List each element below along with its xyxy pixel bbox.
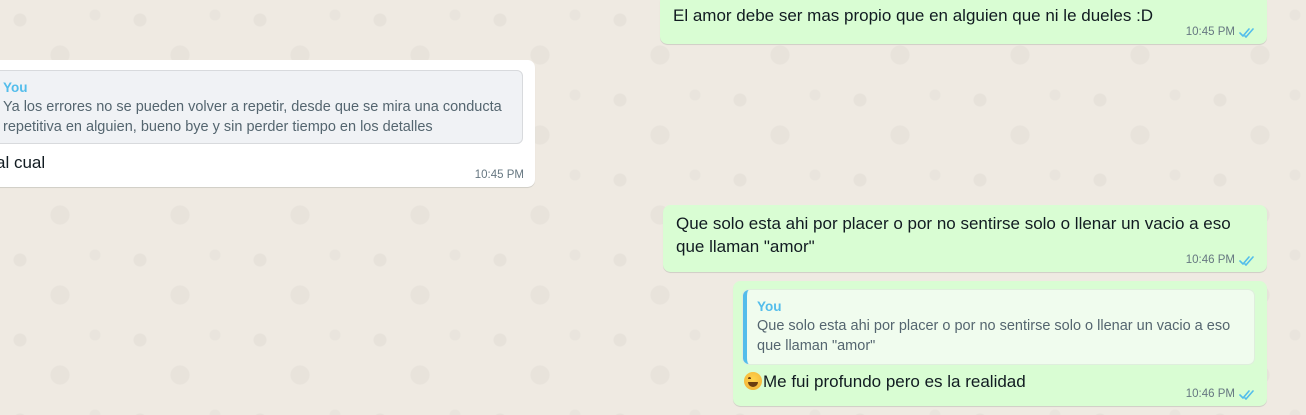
double-check-read-icon: [1239, 27, 1254, 38]
message-text: Me fui profundo pero es la realidad: [763, 372, 1026, 391]
message-meta: 10:46 PM: [1186, 388, 1255, 400]
message-time: 10:46 PM: [1185, 388, 1235, 400]
message-text: al cual: [0, 153, 46, 172]
quote-text-line: que llaman "amor": [757, 338, 876, 354]
message-bubble-outgoing[interactable]: You Que solo esta ahi por placer o por n…: [733, 281, 1267, 406]
message-bubble-incoming[interactable]: You Ya los errores no se pueden volver a…: [0, 60, 535, 187]
message-text-line: que llaman "amor": [676, 237, 815, 256]
message-meta: 10:45 PM: [475, 169, 524, 181]
message-time: 10:46 PM: [1185, 254, 1235, 266]
quote-author: You: [3, 80, 28, 95]
message-meta: 10:46 PM: [1186, 254, 1255, 266]
message-meta: 10:45 PM: [1186, 26, 1255, 38]
message-time: 10:45 PM: [474, 169, 524, 181]
quote-text-line: Ya los errores no se pueden volver a rep…: [3, 99, 502, 115]
message-bubble-outgoing[interactable]: El amor debe ser mas propio que en algui…: [660, 0, 1267, 44]
tears-of-joy-emoji-icon: [744, 372, 762, 390]
message-time: 10:45 PM: [1185, 26, 1235, 38]
message-text: El amor debe ser mas propio que en algui…: [673, 6, 1154, 25]
message-text-line: Que solo esta ahi por placer o por no se…: [676, 214, 1231, 233]
quote-text-line: repetitiva en alguien, bueno bye y sin p…: [3, 119, 433, 135]
message-text-row: Me fui profundo pero es la realidad: [744, 370, 1026, 393]
quoted-message[interactable]: You Que solo esta ahi por placer o por n…: [743, 290, 1254, 364]
quote-text-line: Que solo esta ahi por placer o por no se…: [757, 318, 1231, 334]
quoted-message[interactable]: You Ya los errores no se pueden volver a…: [0, 70, 523, 144]
message-bubble-outgoing[interactable]: Que solo esta ahi por placer o por no se…: [663, 205, 1267, 272]
double-check-read-icon: [1239, 389, 1254, 400]
double-check-read-icon: [1239, 255, 1254, 266]
quote-author: You: [757, 299, 782, 314]
